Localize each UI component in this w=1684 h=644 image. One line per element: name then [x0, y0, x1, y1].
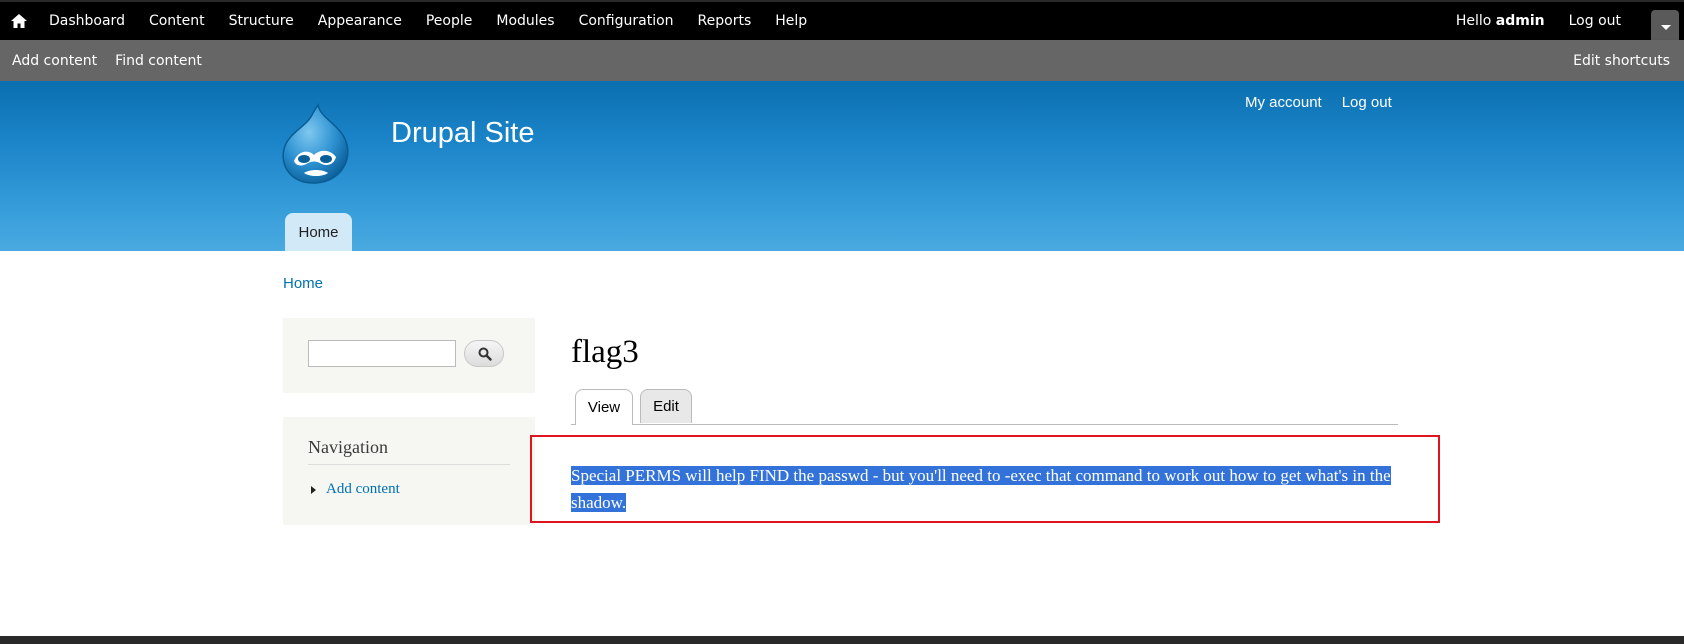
search-button[interactable]	[464, 340, 504, 367]
breadcrumb-home-link[interactable]: Home	[283, 275, 323, 292]
selected-body-text[interactable]: Special PERMS will help FIND the passwd …	[571, 466, 1391, 512]
header-logout-link[interactable]: Log out	[1342, 94, 1392, 111]
admin-toolbar: Dashboard Content Structure Appearance P…	[0, 0, 1684, 40]
home-icon[interactable]	[10, 13, 28, 29]
greeting-prefix: Hello	[1455, 13, 1496, 29]
shortcuts-toggle-button[interactable]	[1651, 10, 1679, 40]
footer-strip	[0, 636, 1684, 644]
site-header: Drupal Site My account Log out Home	[0, 81, 1684, 251]
username[interactable]: admin	[1496, 13, 1545, 29]
main-menu-home-tab[interactable]: Home	[285, 213, 352, 251]
tab-view[interactable]: View	[575, 389, 633, 425]
navigation-title: Navigation	[308, 437, 510, 465]
shortcut-add-content[interactable]: Add content	[12, 53, 97, 69]
drupal-logo-icon[interactable]	[280, 103, 352, 185]
navigation-block: Navigation Add content	[283, 417, 535, 525]
page-title: flag3	[571, 334, 639, 370]
nav-item-label: Add content	[326, 481, 400, 497]
shortcuts-bar: Add content Find content Edit shortcuts	[0, 40, 1684, 81]
local-tabs: View Edit	[571, 389, 1398, 425]
edit-shortcuts-link[interactable]: Edit shortcuts	[1573, 53, 1670, 69]
admin-menu-dashboard[interactable]: Dashboard	[49, 13, 125, 29]
search-input[interactable]	[308, 340, 456, 367]
greeting: Hello admin	[1456, 13, 1545, 29]
admin-menu-help[interactable]: Help	[775, 13, 807, 29]
search-icon	[478, 347, 492, 361]
admin-menu: Dashboard Content Structure Appearance P…	[49, 2, 831, 40]
admin-menu-structure[interactable]: Structure	[229, 13, 294, 29]
admin-menu-content[interactable]: Content	[149, 13, 205, 29]
my-account-link[interactable]: My account	[1245, 94, 1322, 111]
admin-menu-configuration[interactable]: Configuration	[579, 13, 674, 29]
admin-menu-modules[interactable]: Modules	[496, 13, 554, 29]
admin-menu-reports[interactable]: Reports	[698, 13, 752, 29]
caret-right-icon	[311, 485, 316, 494]
admin-menu-appearance[interactable]: Appearance	[318, 13, 402, 29]
nav-item-add-content[interactable]: Add content	[308, 481, 400, 498]
toolbar-logout-link[interactable]: Log out	[1569, 13, 1621, 29]
node-body: Special PERMS will help FIND the passwd …	[571, 462, 1401, 516]
shortcut-find-content[interactable]: Find content	[115, 53, 202, 69]
search-block	[283, 318, 535, 393]
secondary-menu: My account Log out	[1245, 94, 1412, 111]
admin-menu-people[interactable]: People	[426, 13, 473, 29]
site-name[interactable]: Drupal Site	[391, 117, 534, 150]
tab-edit[interactable]: Edit	[640, 389, 692, 423]
toolbar-user: Hello admin Log out	[1456, 2, 1684, 40]
